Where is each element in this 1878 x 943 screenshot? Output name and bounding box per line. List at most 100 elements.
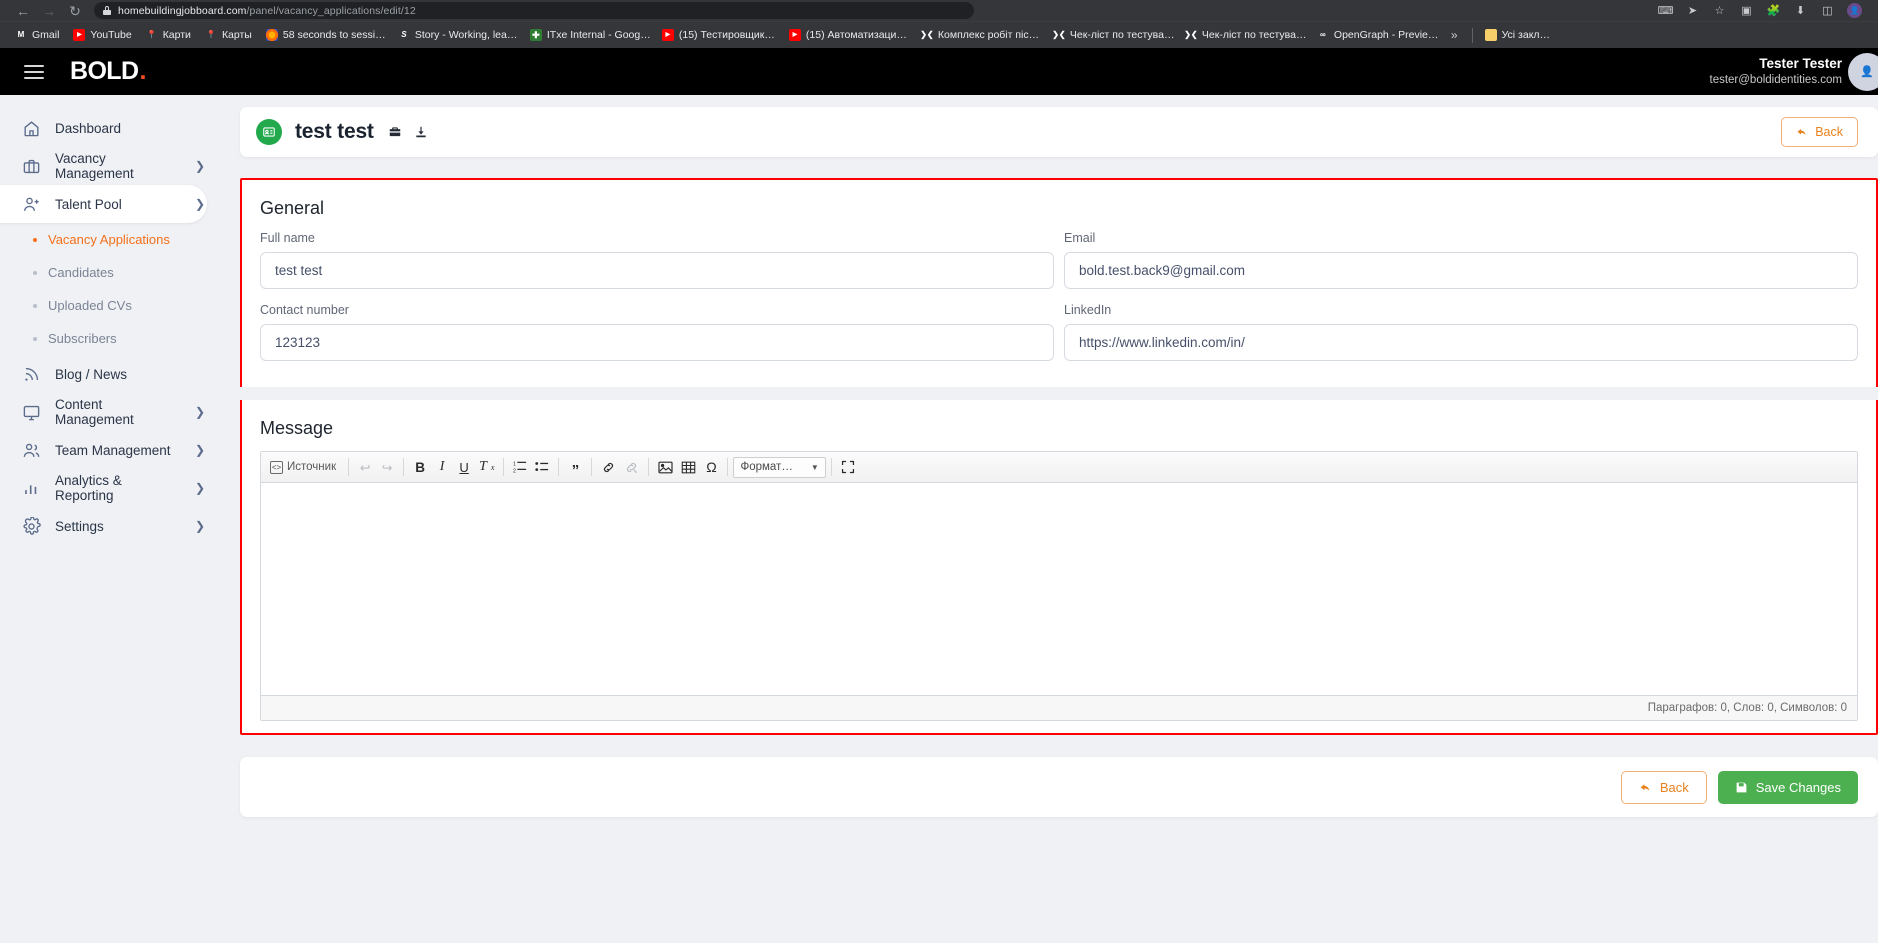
sidebar-item-blog-news[interactable]: Blog / News: [0, 355, 207, 393]
email-label: Email: [1064, 231, 1096, 245]
bookmark-item[interactable]: 📍 Карти: [139, 24, 198, 46]
bookmark-label: Карти: [162, 29, 191, 41]
back-arrow-icon: [1797, 129, 1806, 135]
svg-text:2: 2: [513, 468, 516, 474]
bookmarks-overflow-button[interactable]: »: [1442, 28, 1467, 42]
maximize-icon[interactable]: [837, 456, 859, 478]
downloads-icon[interactable]: ⬇: [1793, 3, 1808, 18]
bookmark-item[interactable]: 📍 Карты: [198, 24, 259, 46]
remove-format-icon[interactable]: Tx: [475, 456, 498, 478]
bulleted-list-icon[interactable]: [531, 456, 553, 478]
sidebar-subitem-vacancy-applications[interactable]: Vacancy Applications: [0, 223, 221, 256]
media-icon[interactable]: ▣: [1739, 3, 1754, 18]
bold-icon[interactable]: B: [409, 456, 431, 478]
all-bookmarks-folder[interactable]: Усі закл…: [1478, 24, 1557, 46]
user-info[interactable]: Tester Tester tester@boldidentities.com: [1710, 56, 1857, 87]
full-name-label: Full name: [260, 231, 315, 245]
contact-number-field: Contact number: [260, 303, 1054, 361]
save-changes-button[interactable]: Save Changes: [1717, 770, 1858, 804]
bullet-icon: [33, 336, 37, 341]
bookmark-item[interactable]: ∞ OpenGraph - Previe…: [1310, 24, 1442, 46]
sidebar-item-vacancy-management[interactable]: Vacancy Management ❯: [0, 147, 207, 185]
bookmark-label: YouTube: [90, 29, 132, 41]
sidepanel-icon[interactable]: ◫: [1820, 3, 1835, 18]
undo-icon[interactable]: ↩: [354, 456, 376, 478]
address-bar[interactable]: homebuildingjobboard.com/panel/vacancy_a…: [94, 2, 974, 19]
forward-button[interactable]: →: [36, 1, 62, 21]
share-icon[interactable]: ➤: [1685, 3, 1700, 18]
user-add-icon: [22, 195, 41, 214]
sidebar-item-talent-pool[interactable]: Talent Pool ❯: [0, 185, 207, 223]
sidebar-item-analytics-reporting[interactable]: Analytics & Reporting ❯: [0, 469, 207, 507]
briefcase-icon[interactable]: [388, 125, 402, 139]
sidebar-item-team-management[interactable]: Team Management ❯: [0, 431, 207, 469]
blockquote-icon[interactable]: ”: [564, 456, 586, 478]
message-section: Message <> Источник ↩ ↪ B I U T x 1 2 ” …: [242, 400, 1876, 733]
back-button[interactable]: ←: [10, 1, 36, 21]
back-button-bottom[interactable]: Back: [1620, 770, 1707, 804]
menu-toggle-icon[interactable]: [24, 64, 44, 79]
contact-number-input[interactable]: [260, 324, 1054, 361]
table-icon[interactable]: [677, 456, 700, 478]
gear-icon: [22, 516, 41, 536]
bookmark-item[interactable]: ❯❮ Комплекс робіт піс…: [914, 24, 1046, 46]
sidebar: Dashboard Vacancy Management ❯ Talent Po…: [0, 95, 221, 943]
format-dropdown-label: Формат…: [740, 461, 793, 473]
source-button[interactable]: <> Источник: [266, 456, 343, 478]
chevron-right-icon: ❯: [194, 159, 205, 173]
bookmark-label: ITxe Internal - Goog…: [546, 29, 651, 41]
sidebar-subitem-subscribers[interactable]: Subscribers: [0, 322, 221, 355]
numbered-list-icon[interactable]: 12: [509, 456, 531, 478]
svg-text:1: 1: [513, 461, 516, 467]
redo-icon[interactable]: ↪: [376, 456, 398, 478]
format-dropdown[interactable]: Формат… ▼: [733, 456, 826, 478]
page-title: test test: [295, 120, 374, 143]
brand-logo[interactable]: BOLD .: [70, 57, 146, 86]
avatar[interactable]: 👤: [1848, 52, 1878, 91]
underline-icon[interactable]: U: [453, 456, 475, 478]
special-char-icon[interactable]: Ω: [700, 456, 722, 478]
toolbar-separator: [558, 458, 560, 476]
translate-icon[interactable]: ⌨: [1658, 3, 1674, 18]
bookmark-item[interactable]: 58 seconds to sessi…: [259, 24, 391, 46]
opengraph-icon: ∞: [1320, 30, 1326, 39]
sidebar-item-label: Vacancy Management: [55, 151, 134, 181]
bookmark-label: Story - Working, lea…: [414, 29, 518, 41]
unlink-icon[interactable]: [620, 456, 643, 478]
bookmark-star-icon[interactable]: ☆: [1712, 3, 1727, 18]
bookmark-item[interactable]: (15) Тестировщик…: [655, 24, 782, 46]
highlighted-form-region: General Full name Email Contac: [224, 178, 1878, 735]
sidebar-item-settings[interactable]: Settings ❯: [0, 507, 207, 545]
back-button-top[interactable]: Back: [1781, 117, 1858, 147]
general-row-2: Contact number LinkedIn: [260, 303, 1858, 375]
bookmark-item[interactable]: ITxe Internal - Goog…: [523, 24, 655, 46]
bookmark-item[interactable]: S Story - Working, lea…: [391, 24, 523, 46]
bookmark-item[interactable]: YouTube: [66, 24, 138, 46]
download-icon[interactable]: [414, 125, 428, 139]
full-name-input[interactable]: [260, 252, 1054, 289]
sidebar-subitem-candidates[interactable]: Candidates: [0, 256, 221, 289]
bullet-icon: [33, 303, 37, 308]
sidebar-item-dashboard[interactable]: Dashboard: [0, 109, 207, 147]
extensions-puzzle-icon[interactable]: 🧩: [1766, 3, 1781, 18]
chevron-down-icon: ▼: [810, 462, 819, 472]
link-icon[interactable]: [597, 456, 620, 478]
bookmark-item[interactable]: ❯❮ Чек-ліст по тестува…: [1046, 24, 1178, 46]
email-input[interactable]: [1064, 252, 1858, 289]
sidebar-item-label: Analytics & Reporting: [55, 473, 122, 503]
bookmark-item[interactable]: M Gmail: [8, 24, 66, 46]
save-changes-label: Save Changes: [1755, 779, 1841, 795]
toolbar-separator: [830, 458, 832, 476]
sidebar-subitem-uploaded-cvs[interactable]: Uploaded CVs: [0, 289, 221, 322]
bookmark-item[interactable]: (15) Автоматизаци…: [782, 24, 914, 46]
editor-content-area[interactable]: [261, 483, 1857, 695]
reload-button[interactable]: ↻: [62, 1, 88, 21]
sidebar-item-content-management[interactable]: Content Management ❯: [0, 393, 207, 431]
linkedin-input[interactable]: [1064, 324, 1858, 361]
bookmark-item[interactable]: ❯❮ Чек-ліст по тестува…: [1178, 24, 1310, 46]
italic-icon[interactable]: I: [431, 456, 453, 478]
profile-avatar-icon[interactable]: 👤: [1847, 3, 1862, 18]
image-icon[interactable]: [654, 456, 677, 478]
bookmark-label: 58 seconds to sessi…: [282, 29, 386, 41]
body-area: Dashboard Vacancy Management ❯ Talent Po…: [0, 95, 1878, 943]
